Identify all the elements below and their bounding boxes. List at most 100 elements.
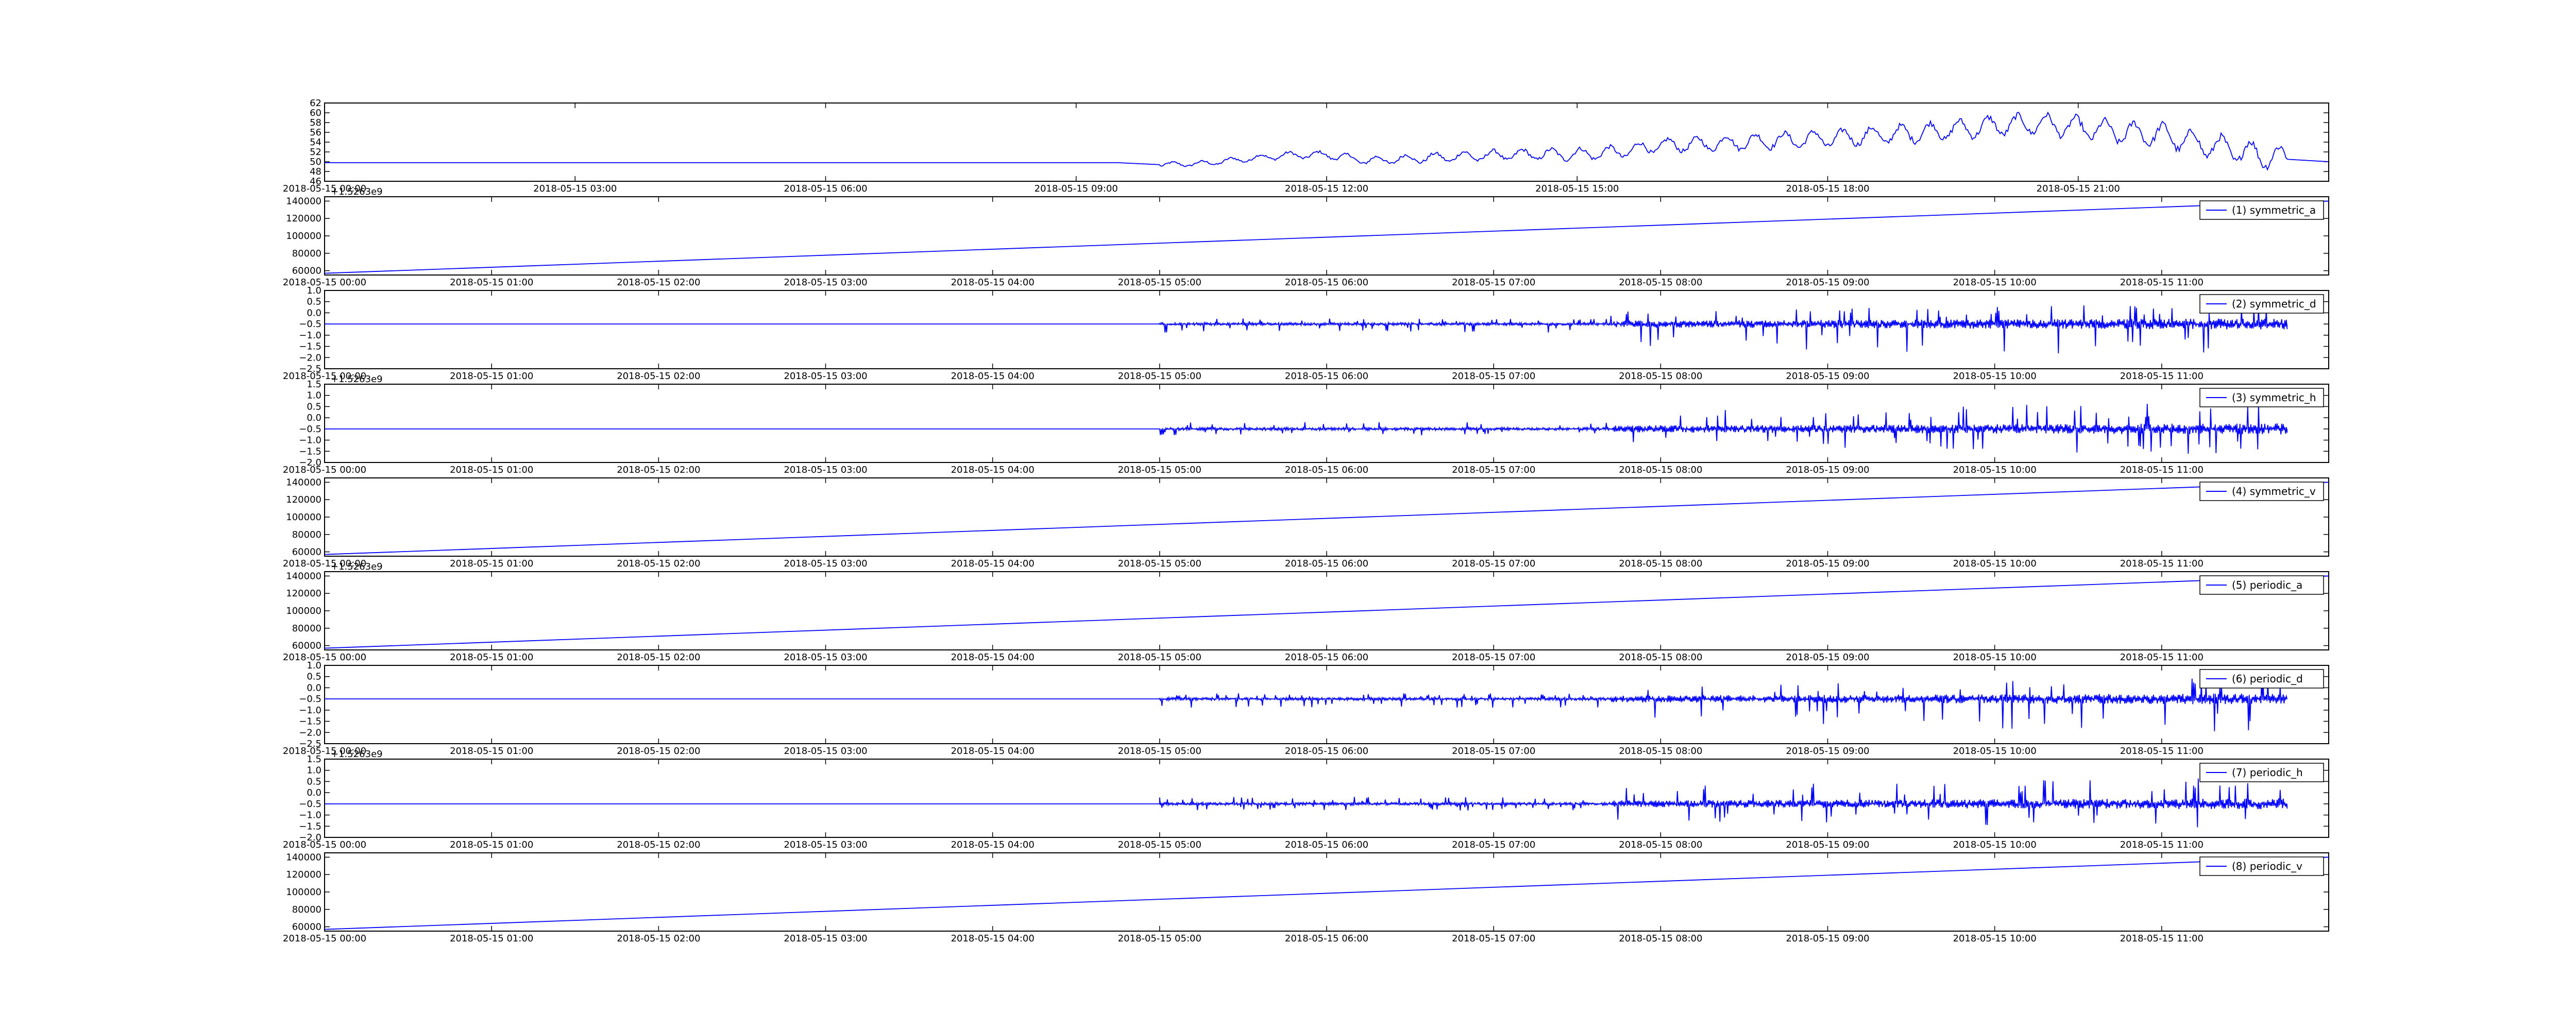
- y-tick-label: 1.0: [307, 765, 321, 776]
- x-tick-label: 2018-05-15 09:00: [1786, 746, 1869, 757]
- x-tick-label: 2018-05-15 06:00: [1285, 277, 1368, 288]
- axis-offset-label: +1.5263e9: [331, 749, 383, 760]
- y-tick-label: 100000: [286, 606, 321, 616]
- y-tick-label: 80000: [292, 904, 321, 915]
- x-tick-label: 2018-05-15 18:00: [1786, 183, 1869, 194]
- y-tick-label: 52: [310, 147, 321, 158]
- x-tick-label: 2018-05-15 01:00: [450, 277, 533, 288]
- x-tick-label: 2018-05-15 11:00: [2120, 746, 2204, 757]
- x-tick-label: 2018-05-15 03:00: [784, 652, 867, 663]
- x-tick-label: 2018-05-15 03:00: [784, 277, 867, 288]
- y-tick-label: 120000: [286, 494, 321, 505]
- legend: (3) symmetric_h: [2199, 388, 2324, 407]
- y-tick-label: 140000: [286, 852, 321, 863]
- axes-frame: [324, 102, 2329, 182]
- x-tick-label: 2018-05-15 00:00: [283, 465, 366, 475]
- legend-label: (4) symmetric_v: [2232, 485, 2316, 497]
- y-tick-label: 60000: [292, 547, 321, 558]
- axes-frame: [324, 759, 2329, 838]
- y-tick-label: 0.0: [307, 307, 321, 318]
- y-tick-label: 1.0: [307, 285, 321, 296]
- subplot-1: 4648505254565860622018-05-15 00:00 2018-0…: [283, 98, 2329, 194]
- x-tick-label: 2018-05-15 00:00: [283, 839, 366, 850]
- x-tick-label: 2018-05-15 00:00: [283, 277, 366, 288]
- x-tick-label: 2018-05-15 04:00: [951, 839, 1035, 850]
- legend-label: (8) periodic_v: [2232, 860, 2302, 872]
- x-tick-label: 2018-05-15 07:00: [1452, 558, 1535, 569]
- x-tick-label: 2018-05-15 05:00: [1118, 746, 1201, 757]
- y-tick-label: 62: [310, 98, 321, 109]
- y-tick-label: 140000: [286, 196, 321, 207]
- x-tick-label: 2018-05-15 03:00: [784, 746, 867, 757]
- x-tick-label: 2018-05-15 03:00: [533, 183, 617, 194]
- y-tick-label: 1.0: [307, 390, 321, 401]
- y-tick-label: −2.0: [299, 727, 321, 738]
- y-tick-label: 56: [310, 127, 321, 138]
- x-tick-label: 2018-05-15 02:00: [617, 277, 700, 288]
- legend-label: (6) periodic_d: [2232, 673, 2303, 685]
- y-tick-label: −0.5: [299, 424, 321, 435]
- x-tick-label: 2018-05-15 02:00: [617, 558, 700, 569]
- x-tick-label: 2018-05-15 07:00: [1452, 277, 1535, 288]
- x-tick-label: 2018-05-15 02:00: [617, 371, 700, 382]
- legend: (5) periodic_a: [2199, 575, 2324, 595]
- y-tick-label: −1.5: [299, 821, 321, 832]
- x-tick-label: 2018-05-15 06:00: [1285, 933, 1368, 944]
- axes-frame: [324, 852, 2329, 932]
- x-tick-label: 2018-05-15 07:00: [1452, 652, 1535, 663]
- y-tick-label: 120000: [286, 213, 321, 224]
- x-tick-label: 2018-05-15 08:00: [1619, 558, 1702, 569]
- x-tick-label: 2018-05-15 05:00: [1118, 652, 1201, 663]
- axes-frame: [324, 477, 2329, 557]
- x-tick-label: 2018-05-15 11:00: [2120, 933, 2204, 944]
- y-tick-label: −1.5: [299, 716, 321, 727]
- y-tick-label: 60: [310, 108, 321, 118]
- x-tick-label: 2018-05-15 07:00: [1452, 465, 1535, 475]
- x-tick-label: 2018-05-15 07:00: [1452, 746, 1535, 757]
- subplot-8: −2.0−1.5−1.0−0.50.00.51.01.52018-05-15 0…: [283, 749, 2329, 850]
- y-tick-label: −0.5: [299, 799, 321, 810]
- x-tick-label: 2018-05-15 05:00: [1118, 933, 1201, 944]
- legend: (6) periodic_d: [2199, 669, 2324, 689]
- x-tick-label: 2018-05-15 09:00: [1786, 839, 1869, 850]
- x-tick-label: 2018-05-15 11:00: [2120, 652, 2204, 663]
- y-tick-label: −1.0: [299, 435, 321, 446]
- x-tick-label: 2018-05-15 11:00: [2120, 558, 2204, 569]
- x-tick-label: 2018-05-15 05:00: [1118, 465, 1201, 475]
- x-tick-label: 2018-05-15 07:00: [1452, 371, 1535, 382]
- subplot-5: 60000 80000 100000 120000 140000 2018-05-15 0…: [283, 477, 2329, 569]
- x-tick-label: 2018-05-15 07:00: [1452, 839, 1535, 850]
- legend-label: (2) symmetric_d: [2232, 298, 2316, 310]
- subplot-7: −2.5−2.0−1.5−1.0−0.50.00.51.02018-05-15 …: [283, 660, 2329, 757]
- x-tick-label: 2018-05-15 01:00: [450, 839, 533, 850]
- axes-frame: [324, 196, 2329, 276]
- x-tick-label: 2018-05-15 03:00: [784, 839, 867, 850]
- y-tick-label: 0.5: [307, 776, 321, 787]
- x-tick-label: 2018-05-15 11:00: [2120, 277, 2204, 288]
- x-tick-label: 2018-05-15 06:00: [1285, 558, 1368, 569]
- figure-canvas: 4648505254565860622018-05-15 00:00 2018-0…: [283, 98, 2329, 944]
- y-tick-label: −1.0: [299, 330, 321, 341]
- x-tick-label: 2018-05-15 04:00: [951, 746, 1035, 757]
- x-tick-label: 2018-05-15 01:00: [450, 746, 533, 757]
- x-tick-label: 2018-05-15 02:00: [617, 465, 700, 475]
- x-tick-label: 2018-05-15 09:00: [1786, 652, 1869, 663]
- legend-label: (1) symmetric_a: [2232, 204, 2316, 216]
- x-tick-label: 2018-05-15 09:00: [1035, 183, 1118, 194]
- y-tick-label: 80000: [292, 529, 321, 540]
- subplot-6: 60000 80000 100000 120000 140000 2018-05-15 0…: [283, 561, 2329, 663]
- x-tick-label: 2018-05-15 10:00: [1953, 558, 2037, 569]
- x-tick-label: 2018-05-15 02:00: [617, 746, 700, 757]
- x-tick-label: 2018-05-15 05:00: [1118, 277, 1201, 288]
- x-tick-label: 2018-05-15 02:00: [617, 652, 700, 663]
- x-tick-label: 2018-05-15 08:00: [1619, 277, 1702, 288]
- axes-frame: [324, 290, 2329, 369]
- x-tick-label: 2018-05-15 04:00: [951, 652, 1035, 663]
- x-tick-label: 2018-05-15 00:00: [283, 652, 366, 663]
- x-tick-label: 2018-05-15 06:00: [784, 183, 867, 194]
- legend: (8) periodic_v: [2199, 856, 2324, 876]
- x-tick-label: 2018-05-15 01:00: [450, 652, 533, 663]
- x-tick-label: 2018-05-15 06:00: [1285, 652, 1368, 663]
- x-tick-label: 2018-05-15 05:00: [1118, 558, 1201, 569]
- y-tick-label: 100000: [286, 887, 321, 898]
